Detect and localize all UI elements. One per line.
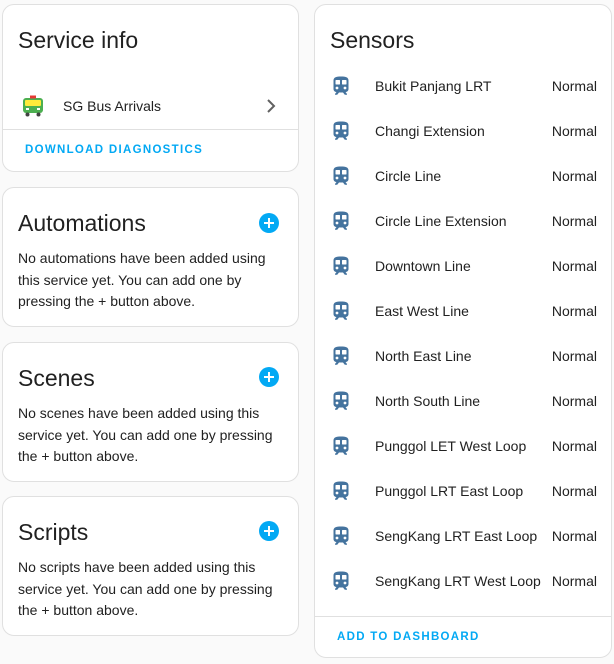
sensor-name: Circle Line Extension [375,213,507,229]
add-to-dashboard-button[interactable]: ADD TO DASHBOARD [337,631,480,643]
train-icon [332,346,350,366]
sensor-name: Changi Extension [375,123,485,139]
sensor-state: Normal [551,393,597,409]
integration-name: SG Bus Arrivals [63,98,162,114]
sensor-name: Downtown Line [375,258,471,274]
train-icon [332,571,350,591]
sensor-name: Punggol LET West Loop [375,438,527,454]
sensor-row[interactable]: Circle Line Normal [315,154,612,199]
sensor-state: Normal [551,213,597,229]
scenes-title: Scenes [18,365,95,391]
train-icon [332,391,350,411]
sensor-name: Circle Line [375,168,442,184]
sensor-name: Bukit Panjang LRT [375,78,492,94]
service-info-card: Service info SG Bus Arrivals DOWNLOAD DI… [2,4,299,172]
sensor-row[interactable]: North East Line Normal [315,334,612,379]
scenes-empty-text: No scenes have been added using this ser… [18,405,273,464]
train-icon [332,211,350,231]
sensor-state: Normal [551,78,597,94]
add-scene-button[interactable] [259,367,279,387]
train-icon [332,121,350,141]
service-info-title: Service info [18,27,139,53]
sensor-row[interactable]: SengKang LRT East Loop Normal [315,514,612,559]
chevron-right-icon [266,98,276,114]
sensor-state: Normal [551,573,597,589]
sensor-row[interactable]: SengKang LRT West Loop Normal [315,559,612,604]
sensor-name: North South Line [375,393,481,409]
sensor-state: Normal [551,123,597,139]
download-diagnostics-button[interactable]: DOWNLOAD DIAGNOSTICS [25,144,203,156]
train-icon [332,301,350,321]
train-icon [332,481,350,501]
sensor-row[interactable]: Changi Extension Normal [315,109,612,154]
sensors-divider [315,616,611,617]
train-icon [332,436,350,456]
sensor-row[interactable]: Circle Line Extension Normal [315,199,612,244]
sensor-row[interactable]: East West Line Normal [315,289,612,334]
sensor-row[interactable]: Downtown Line Normal [315,244,612,289]
automations-title: Automations [18,210,146,236]
sensor-row[interactable]: North South Line Normal [315,379,612,424]
sensor-state: Normal [551,483,597,499]
sensor-state: Normal [551,303,597,319]
scripts-card: Scripts No scripts have been added using… [2,496,299,636]
sensor-row[interactable]: Punggol LET West Loop Normal [315,424,612,469]
sensor-state: Normal [551,348,597,364]
sensor-state: Normal [551,528,597,544]
bus-logo-icon [21,95,45,119]
sensor-name: North East Line [375,348,472,364]
scenes-card: Scenes No scenes have been added using t… [2,342,299,482]
sensor-name: SengKang LRT West Loop [375,573,541,589]
train-icon [332,76,350,96]
add-script-button[interactable] [259,521,279,541]
sensor-name: Punggol LRT East Loop [375,483,524,499]
train-icon [332,256,350,276]
sensor-state: Normal [551,258,597,274]
train-icon [332,166,350,186]
train-icon [332,526,350,546]
sensor-row[interactable]: Bukit Panjang LRT Normal [315,64,612,109]
sensor-name: SengKang LRT East Loop [375,528,538,544]
sensor-row[interactable]: Punggol LRT East Loop Normal [315,469,612,514]
sensor-name: East West Line [375,303,469,319]
sensors-card: Sensors Bukit Panjang LRT Normal Changi Ex… [314,4,612,658]
sensor-state: Normal [551,168,597,184]
scripts-title: Scripts [18,519,89,545]
service-info-divider [3,129,298,130]
add-automation-button[interactable] [259,213,279,233]
sensors-title: Sensors [330,27,415,53]
integration-row[interactable]: SG Bus Arrivals [3,85,298,127]
automations-card: Automations No automations have been add… [2,187,299,327]
scripts-empty-text: No scripts have been added using this se… [18,559,273,618]
automations-empty-text: No automations have been added using thi… [18,250,266,309]
sensor-list: Bukit Panjang LRT Normal Changi Extension N… [315,64,612,604]
sensor-state: Normal [551,438,597,454]
